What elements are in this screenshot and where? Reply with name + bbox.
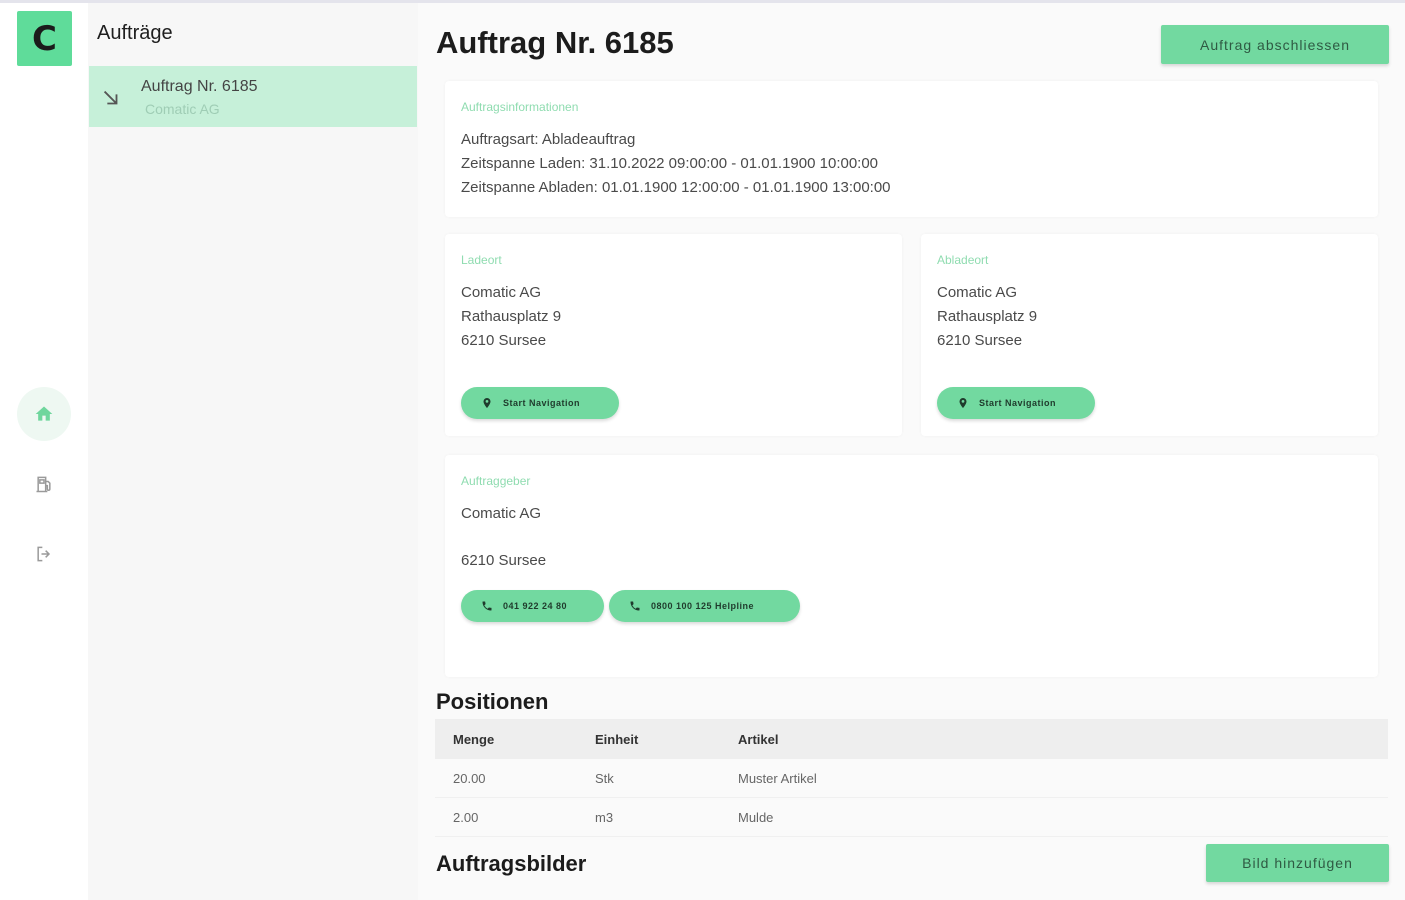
loading-start-navigation-label: Start Navigation bbox=[503, 398, 581, 408]
map-pin-icon bbox=[959, 398, 967, 408]
order-info-card: Auftragsinformationen Auftragsart: Ablad… bbox=[445, 81, 1378, 217]
list-item[interactable]: Auftrag Nr. 6185 Comatic AG bbox=[89, 66, 417, 127]
table-row[interactable]: 2.00 m3 Mulde bbox=[435, 798, 1388, 837]
page-title: Auftrag Nr. 6185 bbox=[436, 25, 674, 60]
loading-city: 6210 Sursee bbox=[461, 332, 547, 349]
unloading-street: Rathausplatz 9 bbox=[937, 308, 1038, 325]
order-info-title: Auftragsinformationen bbox=[461, 100, 579, 114]
loading-company: Comatic AG bbox=[461, 284, 542, 301]
order-type-text: Auftragsart: Abladeauftrag bbox=[461, 131, 636, 148]
loading-location-title: Ladeort bbox=[461, 253, 502, 267]
app-logo[interactable]: C bbox=[17, 11, 72, 66]
loading-location-card: Ladeort Comatic AG Rathausplatz 9 6210 S… bbox=[445, 234, 902, 436]
client-city: 6210 Sursee bbox=[461, 552, 547, 569]
complete-order-button[interactable]: Auftrag abschliessen bbox=[1161, 25, 1389, 64]
orders-list-title: Aufträge bbox=[97, 22, 173, 44]
orders-list-panel: Aufträge Auftrag Nr. 6185 Comatic AG bbox=[88, 3, 418, 900]
nav-rail: C bbox=[0, 3, 88, 900]
table-row[interactable]: 20.00 Stk Muster Artikel bbox=[435, 759, 1388, 798]
client-card: Auftraggeber Comatic AG 6210 Sursee 041 … bbox=[445, 455, 1378, 677]
home-button[interactable] bbox=[17, 387, 71, 441]
cell-artikel: Muster Artikel bbox=[738, 770, 817, 786]
loading-street: Rathausplatz 9 bbox=[461, 308, 562, 325]
unloading-location-title: Abladeort bbox=[937, 253, 989, 267]
unloading-start-navigation-button[interactable]: Start Navigation bbox=[937, 387, 1095, 419]
unloading-city: 6210 Sursee bbox=[937, 332, 1023, 349]
unloading-company: Comatic AG bbox=[937, 284, 1018, 301]
column-header-menge: Menge bbox=[453, 731, 495, 747]
unloading-start-navigation-label: Start Navigation bbox=[979, 398, 1057, 408]
logout-icon bbox=[37, 546, 51, 562]
client-title: Auftraggeber bbox=[461, 474, 531, 488]
cell-artikel: Mulde bbox=[738, 809, 774, 825]
add-image-button[interactable]: Bild hinzufügen bbox=[1206, 844, 1389, 882]
phone-icon bbox=[630, 601, 640, 611]
table-header: Menge Einheit Artikel bbox=[435, 719, 1388, 759]
order-detail: Auftrag Nr. 6185 Auftrag abschliessen Au… bbox=[418, 3, 1405, 900]
list-item-subtitle: Comatic AG bbox=[145, 101, 220, 117]
cell-einheit: Stk bbox=[595, 770, 614, 786]
call-helpline-label: 0800 100 125 Helpline bbox=[651, 601, 755, 611]
cell-einheit: m3 bbox=[595, 809, 614, 825]
loading-timespan-text: Zeitspanne Laden: 31.10.2022 09:00:00 - … bbox=[461, 155, 879, 172]
order-images-title: Auftragsbilder bbox=[436, 851, 587, 876]
phone-icon bbox=[482, 601, 492, 611]
cell-menge: 2.00 bbox=[453, 809, 479, 825]
fuel-icon bbox=[36, 476, 51, 493]
client-company: Comatic AG bbox=[461, 505, 542, 522]
cell-menge: 20.00 bbox=[453, 770, 486, 786]
home-icon bbox=[35, 406, 53, 421]
call-phone-label: 041 922 24 80 bbox=[503, 601, 568, 611]
logout-button[interactable] bbox=[17, 527, 71, 581]
unloading-timespan-text: Zeitspanne Abladen: 01.01.1900 12:00:00 … bbox=[461, 179, 891, 196]
arrow-down-right-icon bbox=[103, 90, 118, 105]
positions-table: Menge Einheit Artikel 20.00 Stk Muster A… bbox=[435, 719, 1388, 837]
unloading-location-card: Abladeort Comatic AG Rathausplatz 9 6210… bbox=[921, 234, 1378, 436]
call-phone-button[interactable]: 041 922 24 80 bbox=[461, 590, 604, 622]
list-item-title: Auftrag Nr. 6185 bbox=[141, 78, 258, 95]
loading-start-navigation-button[interactable]: Start Navigation bbox=[461, 387, 619, 419]
column-header-einheit: Einheit bbox=[595, 731, 639, 747]
call-helpline-button[interactable]: 0800 100 125 Helpline bbox=[609, 590, 800, 622]
positions-title: Positionen bbox=[436, 689, 549, 714]
fuel-button[interactable] bbox=[17, 457, 71, 511]
map-pin-icon bbox=[483, 398, 491, 408]
column-header-artikel: Artikel bbox=[738, 731, 779, 747]
